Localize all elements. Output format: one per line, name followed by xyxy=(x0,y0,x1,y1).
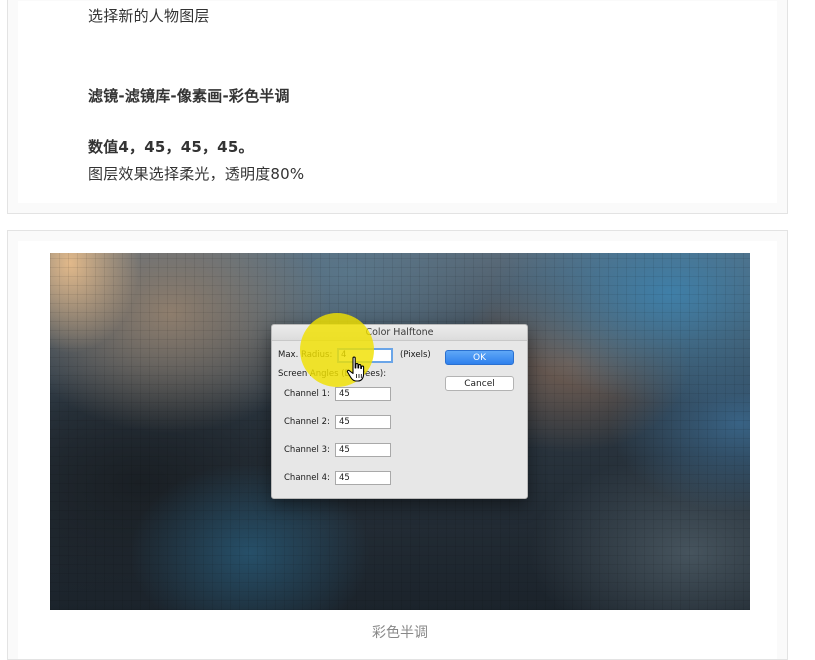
channel-3-label: Channel 3: xyxy=(284,445,330,455)
channel-4-input[interactable]: 45 xyxy=(335,471,391,485)
step-text-filter-path: 滤镜-滤镜库-像素画-彩色半调 xyxy=(88,87,290,105)
channel-3-input[interactable]: 45 xyxy=(335,443,391,457)
channel-1-label: Channel 1: xyxy=(284,389,330,399)
channel-2-label: Channel 2: xyxy=(284,417,330,427)
step-text-blend-mode: 图层效果选择柔光，透明度80% xyxy=(88,165,305,183)
screenshot-image: Color Halftone Max. Radius: 4 (Pixels) O… xyxy=(50,253,750,610)
step-text-select-layer: 选择新的人物图层 xyxy=(88,7,210,25)
cancel-button[interactable]: Cancel xyxy=(445,376,514,391)
pixels-unit-label: (Pixels) xyxy=(400,350,431,360)
channel-1-input[interactable]: 45 xyxy=(335,387,391,401)
channel-2-input[interactable]: 45 xyxy=(335,415,391,429)
step-text-values: 数值4，45，45，45。 xyxy=(88,138,254,156)
ok-button[interactable]: OK xyxy=(445,350,514,365)
channel-4-label: Channel 4: xyxy=(284,473,330,483)
image-caption: 彩色半调 xyxy=(372,625,428,641)
hand-pointer-icon xyxy=(346,356,365,382)
